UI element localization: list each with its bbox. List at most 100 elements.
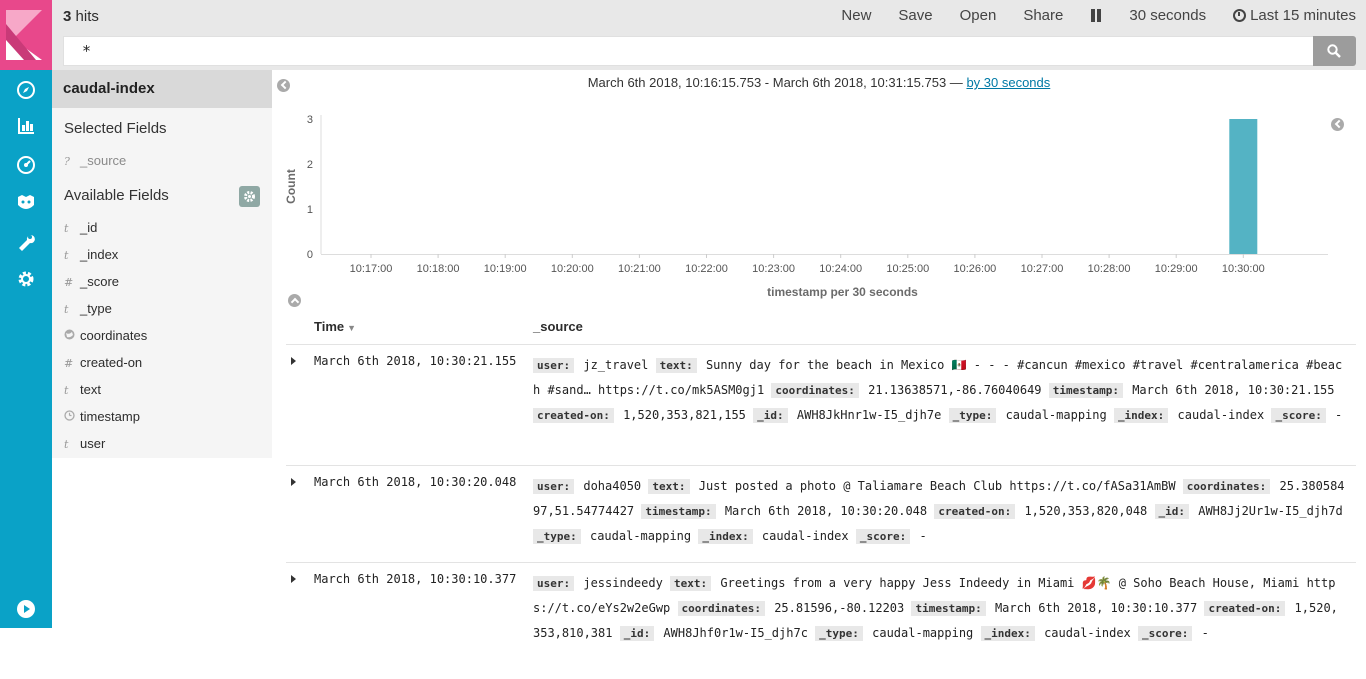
field-type-icon: t xyxy=(64,438,69,451)
index-pattern-selector[interactable]: caudal-index xyxy=(52,70,272,108)
source-field-key: text: xyxy=(655,358,697,373)
x-tick-label: 10:22:00 xyxy=(685,263,728,275)
time-range-text: March 6th 2018, 10:16:15.753 - March 6th… xyxy=(587,75,963,90)
collapse-play-icon[interactable] xyxy=(16,599,36,619)
source-field-value: doha4050 xyxy=(576,479,649,493)
save-button[interactable]: Save xyxy=(898,7,932,24)
source-field-value: - xyxy=(1194,626,1209,640)
pause-icon[interactable] xyxy=(1090,7,1102,24)
field-created-on[interactable]: # created-on xyxy=(64,354,142,372)
field-type-icon: # xyxy=(64,357,74,370)
time-column-header[interactable]: Time xyxy=(314,319,344,334)
top-bar: 3 hits New Save Open Share 30 seconds La… xyxy=(52,0,1366,70)
field-meta-score[interactable]: # _score xyxy=(64,273,119,291)
field-user[interactable]: t user xyxy=(64,435,105,453)
histogram-time-range: March 6th 2018, 10:16:15.753 - March 6th… xyxy=(272,75,1366,90)
source-field-key: _score: xyxy=(855,529,911,544)
field-timestamp[interactable]: timestamp xyxy=(64,408,140,426)
field-name: _type xyxy=(80,301,112,316)
source-field-key: coordinates: xyxy=(677,601,765,616)
source-field-key: _score: xyxy=(1271,408,1326,423)
x-tick-label: 10:24:00 xyxy=(819,263,862,275)
x-tick-label: 10:17:00 xyxy=(350,263,393,275)
source-field-value: 1,520,353,821,155 xyxy=(615,408,754,422)
source-field-value: March 6th 2018, 10:30:21.155 xyxy=(1124,383,1335,397)
source-field-key: timestamp: xyxy=(911,601,986,616)
kibana-logo[interactable] xyxy=(0,0,52,70)
source-field-key: user: xyxy=(533,358,575,373)
field-name: _id xyxy=(80,220,98,235)
interval-link[interactable]: by 30 seconds xyxy=(966,75,1050,90)
clock-icon xyxy=(1233,9,1247,22)
time-range-label: Last 15 minutes xyxy=(1250,7,1356,24)
share-button[interactable]: Share xyxy=(1023,7,1063,24)
x-tick-label: 10:20:00 xyxy=(551,263,594,275)
nav-rail xyxy=(0,0,52,679)
available-fields-heading: Available Fields xyxy=(64,187,169,204)
timelion-icon[interactable] xyxy=(16,193,36,213)
expand-row-icon[interactable] xyxy=(291,357,296,365)
source-field-key: _type: xyxy=(533,529,581,544)
field-settings-button[interactable] xyxy=(239,186,260,207)
y-tick-label: 3 xyxy=(307,114,313,126)
field-text[interactable]: t text xyxy=(64,381,101,399)
row-time: March 6th 2018, 10:30:21.155 xyxy=(314,354,517,368)
source-field-value: caudal-mapping xyxy=(864,626,981,640)
field-meta-index[interactable]: t _index xyxy=(64,246,118,264)
x-tick-label: 10:21:00 xyxy=(618,263,661,275)
sort-desc-icon[interactable]: ▼ xyxy=(347,323,356,333)
open-button[interactable]: Open xyxy=(960,7,997,24)
collapse-chart-icon[interactable] xyxy=(288,294,301,307)
field-type-icon: t xyxy=(64,249,69,262)
refresh-interval-button[interactable]: 30 seconds xyxy=(1129,7,1206,24)
new-button[interactable]: New xyxy=(841,7,871,24)
top-menu: New Save Open Share 30 seconds Last 15 m… xyxy=(814,7,1356,24)
source-field-value: jz_travel xyxy=(576,358,656,372)
field-sidebar: caudal-index Selected Fields ? _source Av… xyxy=(52,70,272,458)
source-field-key: created-on: xyxy=(533,408,614,423)
field-meta-id[interactable]: t _id xyxy=(64,219,97,237)
source-column-header: _source xyxy=(533,319,583,334)
field-meta-type[interactable]: t _type xyxy=(64,300,112,318)
source-field-key: coordinates: xyxy=(771,383,859,398)
table-row[interactable]: March 6th 2018, 10:30:20.048 user: doha40… xyxy=(286,465,1356,562)
source-field-value: March 6th 2018, 10:30:20.048 xyxy=(717,504,935,518)
source-field-key: created-on: xyxy=(934,504,1016,519)
table-row[interactable]: March 6th 2018, 10:30:10.377 user: jessin… xyxy=(286,562,1356,659)
source-field-key: _id: xyxy=(753,408,788,423)
search-button[interactable] xyxy=(1313,36,1356,66)
field-name: _index xyxy=(80,247,119,262)
dashboard-icon[interactable] xyxy=(16,155,36,175)
x-axis-label: timestamp per 30 seconds xyxy=(767,285,918,299)
field-name: _source xyxy=(80,153,127,168)
source-field-value: 21.13638571,-86.76040649 xyxy=(860,383,1049,397)
discover-icon[interactable] xyxy=(16,80,36,100)
expand-row-icon[interactable] xyxy=(291,575,296,583)
histogram-bar xyxy=(1229,119,1258,254)
source-field-key: created-on: xyxy=(1204,601,1286,616)
x-tick-label: 10:25:00 xyxy=(886,263,929,275)
histogram-chart: 0 1 2 3 10:17:00 10:18:00 10:19:00 10:20:00 10:2… xyxy=(284,114,1328,299)
field-meta-source[interactable]: ? _source xyxy=(64,152,126,170)
table-row[interactable]: March 6th 2018, 10:30:21.155 user: jz_tra… xyxy=(286,344,1356,465)
field-name: user xyxy=(80,436,106,451)
source-field-key: _type: xyxy=(815,626,863,641)
time-picker-button[interactable]: Last 15 minutes xyxy=(1233,7,1356,24)
x-tick-label: 10:28:00 xyxy=(1088,263,1131,275)
row-source: user: doha4050 text: Just posted a photo… xyxy=(533,474,1345,549)
field-coordinates[interactable]: coordinates xyxy=(64,327,147,345)
source-field-value: caudal-mapping xyxy=(582,529,699,543)
devtools-icon[interactable] xyxy=(16,231,36,251)
field-type-icon: # xyxy=(64,276,74,289)
field-name: _score xyxy=(80,274,120,289)
source-field-value: caudal-mapping xyxy=(998,408,1114,422)
source-field-key: timestamp: xyxy=(1048,383,1123,398)
search-input[interactable] xyxy=(64,37,1313,65)
source-field-key: coordinates: xyxy=(1182,479,1271,494)
expand-row-icon[interactable] xyxy=(291,478,296,486)
row-time: March 6th 2018, 10:30:10.377 xyxy=(314,572,517,586)
source-field-key: text: xyxy=(648,479,690,494)
management-icon[interactable] xyxy=(16,269,36,289)
visualize-icon[interactable] xyxy=(16,116,36,136)
source-field-value: March 6th 2018, 10:30:10.377 xyxy=(987,601,1205,615)
